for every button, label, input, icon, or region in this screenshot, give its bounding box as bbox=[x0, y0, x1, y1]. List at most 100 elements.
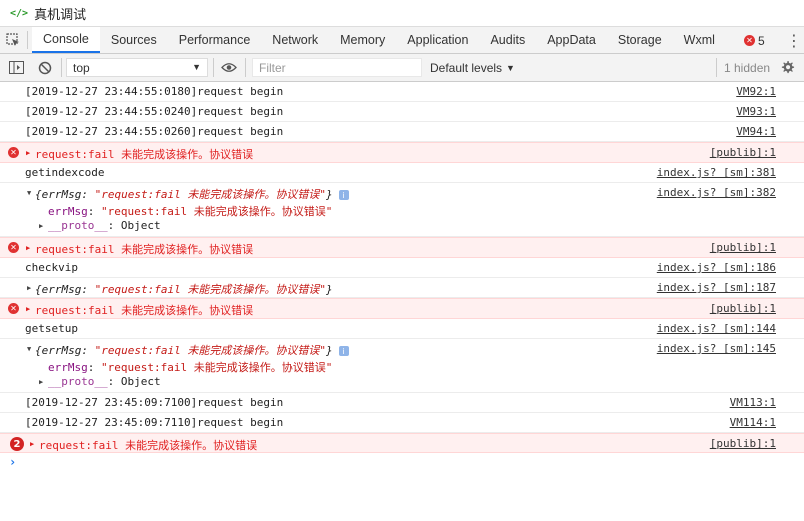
console-error-row[interactable]: 2 ▶ request:fail 未能完成该操作。协议错误 [publib]:1 bbox=[0, 433, 804, 453]
console-object-row: ▼ {errMsg: "request:fail 未能完成该操作。协议错误"} i… bbox=[0, 183, 804, 237]
console-output: [2019-12-27 23:44:55:0180]request begin … bbox=[0, 82, 804, 521]
tab-console[interactable]: Console bbox=[32, 27, 100, 53]
toolbar-divider bbox=[716, 58, 717, 77]
tab-audits[interactable]: Audits bbox=[479, 27, 536, 53]
inspect-element-button[interactable] bbox=[0, 31, 28, 49]
expand-triangle-icon[interactable]: ▶ bbox=[26, 305, 30, 313]
console-log-row: [2019-12-27 23:45:09:7100]request begin … bbox=[0, 393, 804, 413]
toolbar-divider bbox=[61, 58, 62, 77]
source-link[interactable]: [publib]:1 bbox=[710, 241, 776, 254]
console-log-row: [2019-12-27 23:44:55:0260]request begin … bbox=[0, 122, 804, 142]
console-error-row[interactable]: ✕ ▶ request:fail 未能完成该操作。协议错误 [publib]:1 bbox=[0, 142, 804, 163]
object-summary[interactable]: {errMsg: "request:fail 未能完成该操作。协议错误"} i bbox=[35, 342, 349, 358]
window-title: 真机调试 bbox=[34, 6, 87, 22]
tab-network[interactable]: Network bbox=[261, 27, 329, 53]
source-link[interactable]: index.js? [sm]:145 bbox=[657, 342, 776, 355]
source-link[interactable]: index.js? [sm]:187 bbox=[657, 281, 776, 294]
context-select[interactable]: top ▼ bbox=[66, 58, 208, 77]
collapse-triangle-icon[interactable]: ▼ bbox=[27, 345, 31, 353]
console-log-row: getsetup index.js? [sm]:144 bbox=[0, 319, 804, 339]
error-message: request:fail 未能完成该操作。协议错误 bbox=[35, 148, 254, 161]
log-message: [2019-12-27 23:44:55:0240]request begin bbox=[25, 105, 284, 118]
source-link[interactable]: VM114:1 bbox=[730, 416, 776, 429]
object-proto[interactable]: __proto__: Object bbox=[48, 375, 161, 388]
console-prompt[interactable]: › bbox=[9, 455, 16, 469]
clear-console-button[interactable] bbox=[38, 54, 52, 81]
console-error-row[interactable]: ✕ ▶ request:fail 未能完成该操作。协议错误 [publib]:1 bbox=[0, 237, 804, 258]
tab-sources[interactable]: Sources bbox=[100, 27, 168, 53]
window-titlebar: </> 真机调试 bbox=[0, 0, 804, 26]
error-icon: ✕ bbox=[8, 303, 19, 314]
more-options-icon[interactable]: ⋮ bbox=[786, 27, 802, 54]
devtools-tabbar: Console Sources Performance Network Memo… bbox=[0, 26, 804, 54]
console-log-row: checkvip index.js? [sm]:186 bbox=[0, 258, 804, 278]
sidebar-icon bbox=[9, 61, 24, 74]
error-message: request:fail 未能完成该操作。协议错误 bbox=[39, 439, 258, 452]
log-message: [2019-12-27 23:44:55:0260]request begin bbox=[25, 125, 284, 138]
log-message: [2019-12-27 23:44:55:0180]request begin bbox=[25, 85, 284, 98]
expand-triangle-icon[interactable]: ▶ bbox=[26, 149, 30, 157]
tab-appdata[interactable]: AppData bbox=[536, 27, 607, 53]
console-error-row[interactable]: ✕ ▶ request:fail 未能完成该操作。协议错误 [publib]:1 bbox=[0, 298, 804, 319]
info-icon: i bbox=[338, 190, 349, 200]
source-link[interactable]: [publib]:1 bbox=[710, 437, 776, 450]
chevron-down-icon: ▼ bbox=[192, 62, 201, 72]
inspect-icon bbox=[6, 32, 19, 46]
object-summary[interactable]: {errMsg: "request:fail 未能完成该操作。协议错误"} i bbox=[35, 186, 349, 202]
log-message: getsetup bbox=[25, 322, 78, 335]
console-log-row: [2019-12-27 23:45:09:7110]request begin … bbox=[0, 413, 804, 433]
eye-icon bbox=[221, 63, 237, 72]
console-log-row: [2019-12-27 23:44:55:0180]request begin … bbox=[0, 82, 804, 102]
repeat-count-badge: 2 bbox=[10, 437, 24, 451]
source-link[interactable]: VM93:1 bbox=[736, 105, 776, 118]
tab-wxml[interactable]: Wxml bbox=[673, 27, 726, 53]
toolbar-divider bbox=[213, 58, 214, 77]
live-expression-button[interactable] bbox=[221, 54, 237, 81]
source-link[interactable]: VM92:1 bbox=[736, 85, 776, 98]
console-log-row: [2019-12-27 23:44:55:0240]request begin … bbox=[0, 102, 804, 122]
gear-icon bbox=[781, 60, 795, 74]
tab-application[interactable]: Application bbox=[396, 27, 479, 53]
error-icon: ✕ bbox=[8, 147, 19, 158]
error-message: request:fail 未能完成该操作。协议错误 bbox=[35, 304, 254, 317]
tab-memory[interactable]: Memory bbox=[329, 27, 396, 53]
filter-input[interactable]: Filter bbox=[252, 58, 422, 77]
source-link[interactable]: [publib]:1 bbox=[710, 302, 776, 315]
source-link[interactable]: index.js? [sm]:186 bbox=[657, 261, 776, 274]
log-message: checkvip bbox=[25, 261, 78, 274]
error-count: 5 bbox=[758, 33, 765, 48]
expand-triangle-icon[interactable]: ▶ bbox=[39, 378, 43, 386]
tab-performance[interactable]: Performance bbox=[168, 27, 262, 53]
chevron-down-icon: ▼ bbox=[506, 62, 515, 73]
source-link[interactable]: VM113:1 bbox=[730, 396, 776, 409]
expand-triangle-icon[interactable]: ▶ bbox=[26, 244, 30, 252]
error-message: request:fail 未能完成该操作。协议错误 bbox=[35, 243, 254, 256]
log-levels-label: Default levels bbox=[430, 60, 503, 75]
info-icon: i bbox=[338, 346, 349, 356]
source-link[interactable]: index.js? [sm]:144 bbox=[657, 322, 776, 335]
tab-storage[interactable]: Storage bbox=[607, 27, 673, 53]
code-icon: </> bbox=[10, 7, 29, 19]
hidden-count: 1 hidden bbox=[724, 60, 771, 75]
log-message: [2019-12-27 23:45:09:7100]request begin bbox=[25, 396, 284, 409]
log-message: getindexcode bbox=[25, 166, 105, 179]
object-property: errMsg: "request:fail 未能完成该操作。协议错误" bbox=[48, 361, 333, 374]
toolbar-divider bbox=[245, 58, 246, 77]
collapse-triangle-icon[interactable]: ▼ bbox=[27, 189, 31, 197]
source-link[interactable]: [publib]:1 bbox=[710, 146, 776, 159]
source-link[interactable]: index.js? [sm]:381 bbox=[657, 166, 776, 179]
object-property: errMsg: "request:fail 未能完成该操作。协议错误" bbox=[48, 205, 333, 218]
source-link[interactable]: index.js? [sm]:382 bbox=[657, 186, 776, 199]
expand-triangle-icon[interactable]: ▶ bbox=[27, 284, 31, 292]
error-count-badge[interactable]: ✕ 5 bbox=[744, 27, 765, 54]
toggle-sidebar-button[interactable] bbox=[9, 54, 24, 81]
object-proto[interactable]: __proto__: Object bbox=[48, 219, 161, 232]
console-settings-button[interactable] bbox=[780, 54, 795, 81]
log-levels-dropdown[interactable]: Default levels ▼ bbox=[430, 54, 515, 81]
source-link[interactable]: VM94:1 bbox=[736, 125, 776, 138]
object-summary[interactable]: {errMsg: "request:fail 未能完成该操作。协议错误"} bbox=[35, 281, 333, 297]
console-object-row: ▶ {errMsg: "request:fail 未能完成该操作。协议错误"} … bbox=[0, 278, 804, 298]
console-filterbar: top ▼ Filter Default levels ▼ 1 hidden bbox=[0, 54, 804, 82]
expand-triangle-icon[interactable]: ▶ bbox=[30, 440, 34, 448]
expand-triangle-icon[interactable]: ▶ bbox=[39, 222, 43, 230]
